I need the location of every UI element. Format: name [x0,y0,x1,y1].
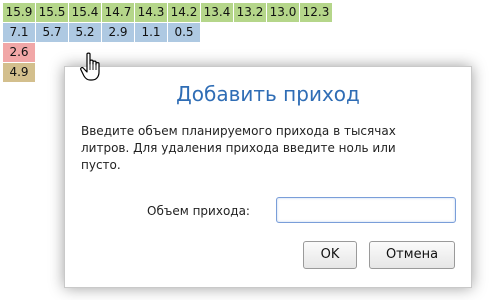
ok-button[interactable]: OK [303,241,357,269]
grid-cell[interactable]: 13.0 [267,3,299,22]
grid-cell[interactable]: 4.9 [3,63,35,82]
grid-cell[interactable]: 0.5 [168,23,200,42]
grid-cell[interactable]: 13.2 [234,3,266,22]
volume-field-label: Объем прихода: [147,204,250,218]
cancel-button[interactable]: Отмена [369,241,455,269]
dialog-title: Добавить приход [176,82,360,106]
grid-cell[interactable]: 15.9 [3,3,35,22]
dialog-description: Введите объем планируемого прихода в тыс… [81,124,396,172]
grid-cell[interactable]: 15.5 [36,3,68,22]
grid-row: 2.6 [3,43,36,62]
volume-input[interactable] [276,197,456,223]
grid-cell[interactable]: 14.3 [135,3,167,22]
grid-cell[interactable]: 12.3 [300,3,332,22]
grid-cell[interactable]: 13.4 [201,3,233,22]
grid-cell[interactable]: 14.2 [168,3,200,22]
grid-cell[interactable]: 2.9 [102,23,134,42]
grid-row: 4.9 [3,63,36,82]
add-income-dialog: Добавить приход Введите объем планируемо… [64,66,472,288]
grid-cell[interactable]: 5.2 [69,23,101,42]
grid-cell[interactable]: 7.1 [3,23,35,42]
grid-row-header: 15.9 15.5 15.4 14.7 14.3 14.2 13.4 13.2 … [3,3,333,22]
grid-cell[interactable]: 1.1 [135,23,167,42]
grid-cell[interactable]: 14.7 [102,3,134,22]
grid-cell[interactable]: 2.6 [3,43,35,62]
grid-cell[interactable]: 5.7 [36,23,68,42]
hand-pointer-icon [79,52,105,82]
grid-row: 7.1 5.7 5.2 2.9 1.1 0.5 [3,23,201,42]
grid-cell[interactable]: 15.4 [69,3,101,22]
